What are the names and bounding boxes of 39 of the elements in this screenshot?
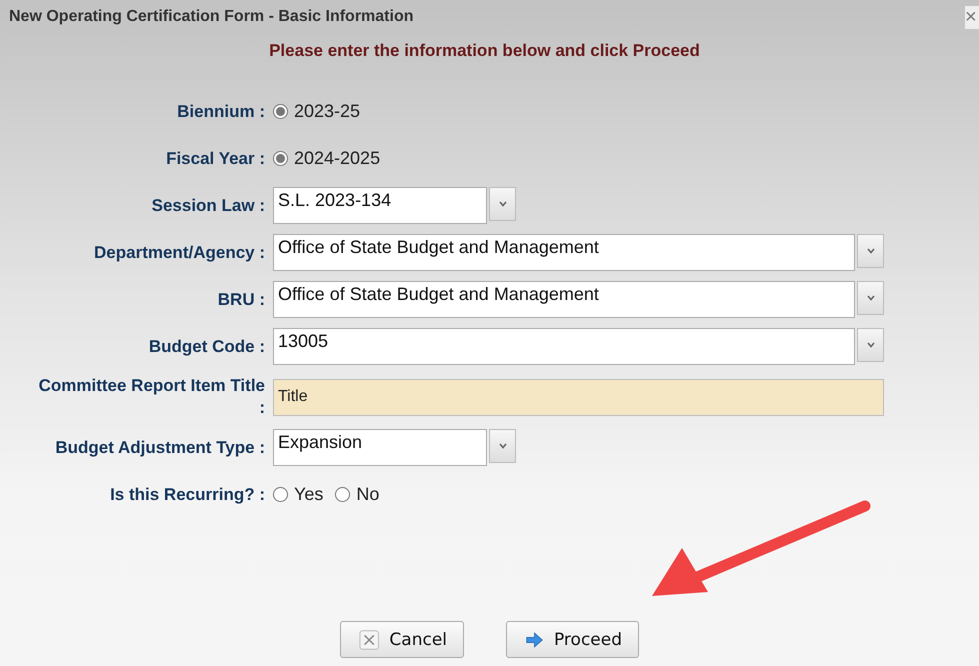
radio-label: Yes — [294, 484, 324, 505]
dropdown-field[interactable]: Office of State Budget and Management — [273, 234, 855, 271]
instruction-text: Please enter the information below and click Proceed — [268, 41, 701, 61]
dropdown-button[interactable] — [857, 328, 884, 362]
window-title: New Operating Certification Form - Basic Information — [9, 8, 414, 26]
field-label: Biennium : — [176, 100, 265, 122]
close-icon — [359, 628, 380, 650]
field-label: BRU : — [216, 288, 265, 310]
text-field[interactable]: Title — [273, 378, 884, 416]
field-label: Department/Agency : — [93, 242, 265, 264]
chevron-down-icon — [866, 246, 876, 256]
chevron-down-icon — [498, 441, 508, 451]
radio-label: 2024-2025 — [294, 148, 380, 169]
radio-button[interactable] — [273, 487, 288, 502]
chevron-down-icon — [498, 199, 508, 209]
radio-button[interactable] — [335, 487, 350, 502]
radio-label: 2023-25 — [294, 101, 360, 122]
radio-button[interactable] — [273, 104, 288, 119]
dropdown-field[interactable]: Expansion — [273, 429, 487, 466]
dropdown-field[interactable]: Office of State Budget and Management — [273, 281, 855, 318]
radio-label: No — [356, 484, 380, 505]
dropdown-field[interactable]: S.L. 2023-134 — [273, 187, 487, 224]
close-button[interactable]: × — [965, 6, 979, 28]
field-label: Fiscal Year : — [165, 148, 265, 170]
field-label: Committee Report Item Title : — [38, 375, 265, 419]
chevron-down-icon — [866, 293, 876, 303]
dropdown-field[interactable]: 13005 — [273, 328, 855, 365]
dropdown-button[interactable] — [489, 187, 516, 221]
cancel-button[interactable]: Cancel — [340, 621, 464, 658]
chevron-down-icon — [866, 340, 876, 350]
field-label: Budget Code : — [148, 336, 265, 358]
proceed-button[interactable]: Proceed — [506, 621, 639, 658]
dropdown-button[interactable] — [857, 281, 884, 315]
field-label: Budget Adjustment Type : — [54, 436, 265, 458]
radio-button[interactable] — [273, 151, 288, 166]
field-label: Session Law : — [150, 194, 265, 216]
dropdown-button[interactable] — [489, 429, 516, 463]
field-label: Is this Recurring? : — [109, 484, 265, 506]
dropdown-button[interactable] — [857, 234, 884, 268]
